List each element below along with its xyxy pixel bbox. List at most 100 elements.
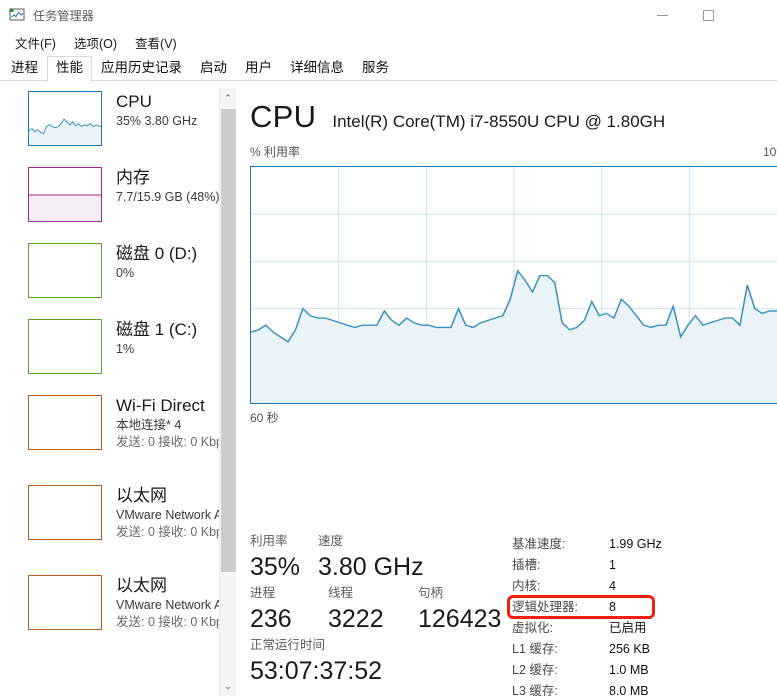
stat-sockets-label: 插槽: [512, 558, 541, 572]
graph-axis-labels: % 利用率 100 [250, 143, 777, 160]
sidebar-item-disk-1-title: 磁盘 1 (C:) [116, 320, 198, 339]
sidebar-item-cpu-info: CPU 35% 3.80 GHz [116, 91, 197, 130]
stat-l1-cache: L1 缓存: 256 KB [512, 639, 777, 660]
maximize-button[interactable] [685, 0, 731, 30]
disk-1-thumbnail-graph [28, 319, 102, 374]
stat-logical-processors-value: 8 [609, 600, 616, 614]
sidebar-item-wifi-direct[interactable]: Wi-Fi Direct 本地连接* 4 发送: 0 接收: 0 Kbps [0, 386, 236, 476]
stat-utilization: 利用率 35% [250, 532, 318, 584]
stat-l1-cache-value: 256 KB [609, 642, 651, 656]
ethernet-1-thumbnail-graph [28, 485, 102, 540]
stat-uptime: 正常运行时间 53:07:37:52 [250, 636, 382, 688]
stat-handles-label: 句柄 [418, 586, 444, 600]
sidebar-item-memory[interactable]: 内存 7.7/15.9 GB (48%) [0, 158, 236, 234]
stat-sockets: 插槽: 1 [512, 555, 777, 576]
ethernet-2-thumbnail-graph [28, 575, 102, 630]
stat-processes-value: 236 [250, 605, 292, 633]
stat-base-speed: 基准速度: 1.99 GHz [512, 534, 777, 555]
graph-time-range-label: 60 秒 [250, 411, 279, 425]
memory-thumbnail-graph [28, 167, 102, 222]
window-title: 任务管理器 [33, 8, 95, 23]
stat-base-speed-value: 1.99 GHz [609, 537, 662, 551]
stat-cores-label: 内核: [512, 579, 541, 593]
minimize-button[interactable] [639, 0, 685, 30]
content-area: CPU 35% 3.80 GHz 内存 7.7/15.9 GB (48%) 磁盘… [0, 88, 777, 696]
cpu-stats-primary: 利用率 35% 速度 3.80 GHz 进程 236 线程 3222 句柄 12… [250, 532, 512, 696]
window-controls [639, 0, 777, 30]
sidebar-item-ethernet-2-info: 以太网 VMware Network A 发送: 0 接收: 0 Kbps [116, 575, 229, 631]
menu-item-file[interactable]: 文件(F) [6, 31, 65, 55]
graph-y-axis-label: % 利用率 [250, 145, 301, 159]
tab-users[interactable]: 用户 [236, 56, 281, 81]
stat-uptime-label: 正常运行时间 [250, 638, 326, 652]
stat-l3-cache-value: 8.0 MB [609, 684, 649, 696]
cpu-thumbnail-graph [28, 91, 102, 146]
cpu-detail-panel: CPU Intel(R) Core(TM) i7-8550U CPU @ 1.8… [236, 88, 777, 696]
sidebar-item-wifi-direct-sub2: 发送: 0 接收: 0 Kbps [116, 435, 230, 449]
stat-handles: 句柄 126423 [418, 584, 501, 636]
cpu-stats-secondary: 基准速度: 1.99 GHz 插槽: 1 内核: 4 逻辑处理器: 8 虚拟化: [507, 532, 777, 696]
tab-services[interactable]: 服务 [353, 56, 398, 81]
stat-cores: 内核: 4 [512, 576, 777, 597]
tab-app-history[interactable]: 应用历史记录 [92, 56, 191, 81]
cpu-model-name: Intel(R) Core(TM) i7-8550U CPU @ 1.80GH [332, 112, 666, 131]
resource-sidebar: CPU 35% 3.80 GHz 内存 7.7/15.9 GB (48%) 磁盘… [0, 88, 236, 696]
sidebar-scrollbar[interactable]: ⌃ ⌄ [219, 88, 236, 696]
sidebar-item-disk-0[interactable]: 磁盘 0 (D:) 0% [0, 234, 236, 310]
stat-row-uptime: 正常运行时间 53:07:37:52 [250, 636, 512, 688]
cpu-utilization-graph [250, 166, 777, 404]
stat-speed: 速度 3.80 GHz [318, 532, 424, 584]
sidebar-item-disk-1-info: 磁盘 1 (C:) 1% [116, 319, 197, 358]
sidebar-item-wifi-direct-title: Wi-Fi Direct [116, 396, 205, 415]
stat-threads: 线程 3222 [328, 584, 418, 636]
stat-handles-value: 126423 [418, 605, 502, 633]
sidebar-item-ethernet-1-sub2: 发送: 0 接收: 0 Kbps [116, 525, 230, 539]
page-title: CPU [250, 99, 317, 134]
tab-processes[interactable]: 进程 [2, 56, 47, 81]
stat-threads-label: 线程 [328, 586, 354, 600]
sidebar-item-disk-0-title: 磁盘 0 (D:) [116, 244, 198, 263]
menu-item-options[interactable]: 选项(O) [65, 31, 126, 55]
scrollbar-thumb[interactable] [221, 109, 236, 572]
sidebar-item-ethernet-1[interactable]: 以太网 VMware Network A 发送: 0 接收: 0 Kbps [0, 476, 236, 566]
stat-cores-value: 4 [609, 579, 616, 593]
disk-0-thumbnail-graph [28, 243, 102, 298]
cpu-header: CPU Intel(R) Core(TM) i7-8550U CPU @ 1.8… [250, 88, 777, 134]
sidebar-item-cpu[interactable]: CPU 35% 3.80 GHz [0, 88, 236, 158]
stat-logical-processors-label: 逻辑处理器: [512, 600, 578, 614]
scroll-down-arrow-icon[interactable]: ⌄ [220, 676, 236, 696]
menu-item-view[interactable]: 查看(V) [126, 31, 186, 55]
maximize-icon [702, 9, 714, 21]
stat-processes-label: 进程 [250, 586, 276, 600]
sidebar-item-memory-title: 内存 [116, 168, 150, 187]
stat-row-utilization-speed: 利用率 35% 速度 3.80 GHz [250, 532, 512, 584]
stat-processes: 进程 236 [250, 584, 328, 636]
stat-l2-cache: L2 缓存: 1.0 MB [512, 660, 777, 681]
sidebar-item-wifi-direct-sub1: 本地连接* 4 [116, 418, 182, 432]
sidebar-item-wifi-direct-info: Wi-Fi Direct 本地连接* 4 发送: 0 接收: 0 Kbps [116, 395, 229, 451]
stat-logical-processors: 逻辑处理器: 8 [512, 597, 777, 618]
close-button[interactable] [731, 0, 777, 30]
stat-sockets-value: 1 [609, 558, 616, 572]
resource-list: CPU 35% 3.80 GHz 内存 7.7/15.9 GB (48%) 磁盘… [0, 88, 236, 656]
tab-performance[interactable]: 性能 [47, 56, 92, 82]
stat-uptime-value: 53:07:37:52 [250, 657, 383, 685]
tab-details[interactable]: 详细信息 [281, 56, 353, 81]
stat-virtualization: 虚拟化: 已启用 [512, 618, 777, 639]
stat-speed-label: 速度 [318, 534, 344, 548]
sidebar-item-disk-1[interactable]: 磁盘 1 (C:) 1% [0, 310, 236, 386]
sidebar-item-disk-0-info: 磁盘 0 (D:) 0% [116, 243, 197, 282]
stat-l2-cache-value: 1.0 MB [609, 663, 649, 677]
scroll-up-arrow-icon[interactable]: ⌃ [220, 88, 236, 108]
task-manager-icon [9, 7, 25, 23]
sidebar-item-cpu-title: CPU [116, 92, 152, 111]
stat-virtualization-label: 虚拟化: [512, 621, 553, 635]
stat-l3-cache: L3 缓存: 8.0 MB [512, 681, 777, 696]
sidebar-item-ethernet-1-sub1: VMware Network A [116, 508, 223, 522]
stat-row-processes-threads-handles: 进程 236 线程 3222 句柄 126423 [250, 584, 512, 636]
sidebar-item-ethernet-2[interactable]: 以太网 VMware Network A 发送: 0 接收: 0 Kbps [0, 566, 236, 656]
tab-startup[interactable]: 启动 [191, 56, 236, 81]
tab-strip: 进程 性能 应用历史记录 启动 用户 详细信息 服务 [0, 55, 777, 82]
stat-l3-cache-label: L3 缓存: [512, 684, 558, 696]
sidebar-item-ethernet-1-title: 以太网 [116, 486, 167, 505]
